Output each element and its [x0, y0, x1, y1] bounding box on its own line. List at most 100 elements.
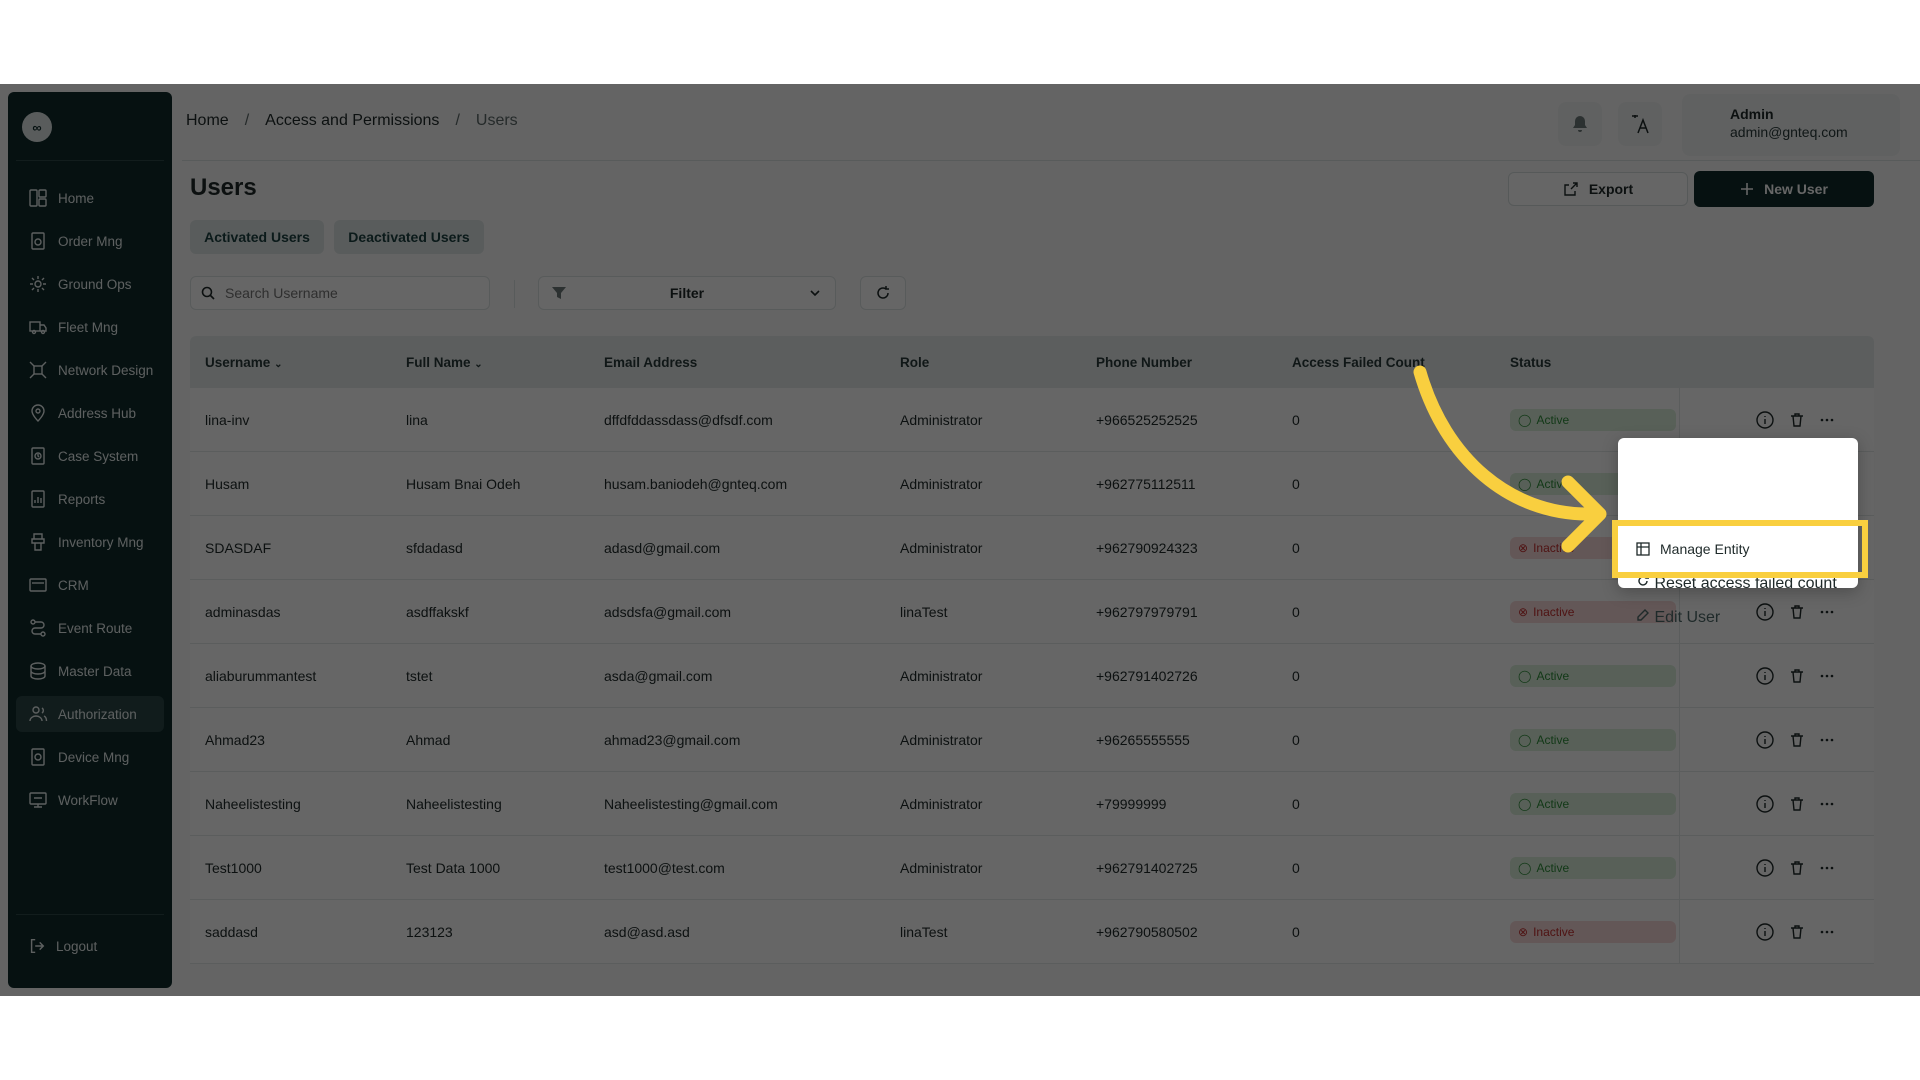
search-input[interactable] — [225, 285, 475, 301]
breadcrumb-home[interactable]: Home — [186, 112, 229, 130]
status-cell: ◯ Active — [1495, 792, 1679, 815]
more-icon[interactable] — [1819, 412, 1835, 428]
trash-icon[interactable] — [1789, 604, 1805, 620]
menu-item-edit-user[interactable]: Edit User — [1636, 608, 1720, 627]
table-cell: 0 — [1292, 795, 1300, 812]
export-button[interactable]: Export — [1508, 172, 1688, 206]
row-actions — [1679, 899, 1835, 964]
status-cell: ◯ Active — [1495, 856, 1679, 879]
language-button[interactable] — [1618, 102, 1662, 146]
sidebar-item-label: Fleet Mng — [58, 319, 119, 335]
plus-icon — [1741, 183, 1754, 195]
table-row[interactable]: saddasd 123123 asd@asd.asd linaTest +9627905… — [190, 899, 1874, 964]
menu-item-manage-entity[interactable]: Manage Entity — [1622, 530, 1858, 568]
sidebar-item-label: Master Data — [58, 663, 132, 679]
sidebar-item-master-data[interactable]: Master Data — [16, 653, 164, 689]
workflow-icon — [29, 792, 47, 808]
trash-icon[interactable] — [1789, 860, 1805, 876]
tab-activated-users[interactable]: Activated Users — [190, 220, 324, 254]
info-icon[interactable] — [1755, 602, 1775, 622]
user-profile[interactable]: Admin admin@gnteq.com — [1682, 94, 1900, 156]
trash-icon[interactable] — [1789, 668, 1805, 684]
new-user-button[interactable]: New User — [1694, 171, 1874, 207]
table-cell: Administrator — [900, 475, 983, 492]
info-icon[interactable] — [1755, 794, 1775, 814]
table-cell: +962797979791 — [1096, 603, 1198, 620]
column-header-full-name[interactable]: Full Name ⌄ — [391, 355, 589, 370]
status-label: Active — [1536, 732, 1570, 747]
sidebar-item-ground-ops[interactable]: Ground Ops — [16, 266, 164, 302]
logout-button[interactable]: Logout — [28, 937, 97, 955]
sidebar-item-device-mng[interactable]: Device Mng — [16, 739, 164, 775]
tab-deactivated-users[interactable]: Deactivated Users — [334, 220, 484, 254]
x-circle-icon: ⊗ — [1518, 924, 1529, 939]
sidebar-item-case-system[interactable]: Case System — [16, 438, 164, 474]
sidebar-divider — [16, 914, 164, 915]
table-cell: +962790924323 — [1096, 539, 1198, 556]
table-cell: Administrator — [900, 539, 983, 556]
breadcrumb-section[interactable]: Access and Permissions — [265, 112, 439, 130]
trash-icon[interactable] — [1789, 796, 1805, 812]
sidebar-item-fleet-mng[interactable]: Fleet Mng — [16, 309, 164, 345]
more-icon[interactable] — [1819, 796, 1835, 812]
sidebar-item-label: Ground Ops — [58, 276, 132, 292]
trash-icon[interactable] — [1789, 924, 1805, 940]
sidebar-item-authorization[interactable]: Authorization — [16, 696, 164, 732]
table-row[interactable]: Ahmad23 Ahmad ahmad23@gmail.com Administrat… — [190, 707, 1874, 772]
sidebar-item-home[interactable]: Home — [16, 180, 164, 216]
table-cell: dffdfddassdass@dfsdf.com — [604, 411, 773, 428]
table-cell: +962791402725 — [1096, 859, 1198, 876]
table-row[interactable]: Test1000 Test Data 1000 test1000@test.com A… — [190, 835, 1874, 900]
table-cell: Administrator — [900, 667, 983, 684]
sidebar-item-reports[interactable]: Reports — [16, 481, 164, 517]
notifications-button[interactable] — [1558, 102, 1602, 146]
trash-icon[interactable] — [1789, 412, 1805, 428]
status-label: Active — [1536, 860, 1570, 875]
sidebar-item-address-hub[interactable]: Address Hub — [16, 395, 164, 431]
table-cell: asdffakskf — [406, 603, 469, 620]
refresh-icon — [877, 286, 889, 299]
status-badge: ◯ Active — [1510, 664, 1676, 687]
column-header-email: Email Address — [604, 354, 698, 370]
sidebar-item-crm[interactable]: CRM — [16, 567, 164, 603]
more-icon[interactable] — [1819, 924, 1835, 940]
filter-dropdown[interactable]: Filter — [538, 276, 836, 310]
table-cell: adasd@gmail.com — [604, 539, 721, 556]
sidebar-item-network-design[interactable]: Network Design — [16, 352, 164, 388]
trash-icon[interactable] — [1789, 732, 1805, 748]
more-icon[interactable] — [1819, 668, 1835, 684]
header-label: Username — [205, 354, 271, 370]
reports-icon — [31, 490, 45, 508]
x-circle-icon: ⊗ — [1518, 604, 1529, 619]
case-icon — [31, 447, 45, 465]
info-icon[interactable] — [1755, 730, 1775, 750]
info-icon[interactable] — [1755, 858, 1775, 878]
column-header-username[interactable]: Username ⌄ — [190, 355, 391, 370]
check-circle-icon: ◯ — [1518, 668, 1532, 683]
more-icon[interactable] — [1819, 860, 1835, 876]
search-box — [190, 276, 490, 310]
info-icon[interactable] — [1755, 410, 1775, 430]
info-icon[interactable] — [1755, 666, 1775, 686]
search-icon — [201, 286, 215, 300]
refresh-button[interactable] — [860, 276, 906, 310]
info-icon[interactable] — [1755, 922, 1775, 942]
table-row[interactable]: Naheelistesting Naheelistesting Naheeliste… — [190, 771, 1874, 836]
sidebar-item-order-mng[interactable]: Order Mng — [16, 223, 164, 259]
sidebar-item-event-route[interactable]: Event Route — [16, 610, 164, 646]
chevron-down-icon: ⌄ — [274, 358, 283, 370]
home-icon — [29, 189, 47, 207]
status-badge: ◯ Active — [1510, 856, 1676, 879]
truck-icon — [29, 321, 47, 335]
more-icon[interactable] — [1819, 732, 1835, 748]
chevron-down-icon — [810, 290, 820, 297]
sidebar-item-label: CRM — [58, 577, 89, 593]
app-logo[interactable]: ∞ — [22, 112, 52, 142]
more-icon[interactable] — [1819, 604, 1835, 620]
header-label: Full Name — [406, 354, 471, 370]
sidebar-item-inventory-mng[interactable]: Inventory Mng — [16, 524, 164, 560]
export-icon — [1564, 182, 1578, 196]
table-row[interactable]: aliaburummantest tstet asda@gmail.com Admin… — [190, 643, 1874, 708]
table-cell: adsdsfa@gmail.com — [604, 603, 732, 620]
sidebar-item-workflow[interactable]: WorkFlow — [16, 782, 164, 818]
